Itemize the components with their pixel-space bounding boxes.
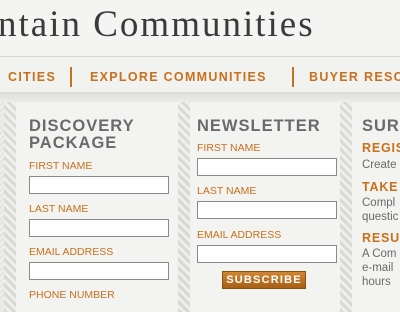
discovery-heading-line2: PACKAGE (29, 134, 118, 152)
subscribe-button[interactable]: SUBSCRIBE (222, 271, 306, 289)
main-nav: CITIES EXPLORE COMMUNITIES BUYER RESO (0, 56, 400, 94)
newsletter-heading: NEWSLETTER (197, 117, 321, 135)
column-divider (4, 102, 16, 312)
newsletter-email-label: EMAIL ADDRESS (197, 229, 282, 241)
newsletter-first-name-label: FIRST NAME (197, 142, 261, 154)
nav-separator (70, 67, 72, 87)
take-survey-description-line2: questic (362, 211, 399, 223)
discovery-last-name-field[interactable] (29, 219, 169, 237)
discovery-email-label: EMAIL ADDRESS (29, 246, 114, 258)
take-survey-link[interactable]: TAKE (362, 180, 398, 194)
newsletter-last-name-field[interactable] (197, 201, 337, 219)
nav-item-cities[interactable]: CITIES (8, 70, 56, 84)
discovery-first-name-label: FIRST NAME (29, 160, 93, 172)
take-survey-description-line1: Compl (362, 197, 396, 209)
nav-item-explore-communities[interactable]: EXPLORE COMMUNITIES (90, 70, 267, 84)
discovery-first-name-field[interactable] (29, 176, 169, 194)
newsletter-email-field[interactable] (197, 245, 337, 263)
discovery-heading-line1: DISCOVERY (29, 117, 135, 135)
site-header: ntain Communities (0, 0, 400, 56)
newsletter-first-name-field[interactable] (197, 158, 337, 176)
register-link[interactable]: REGIS (362, 141, 400, 155)
results-description-line3: hours (362, 276, 391, 288)
newsletter-last-name-label: LAST NAME (197, 185, 257, 197)
column-divider (340, 102, 352, 312)
nav-separator (292, 67, 294, 87)
results-description-line1: A Com (362, 248, 397, 260)
results-link[interactable]: RESU (362, 231, 400, 245)
register-description: Create (362, 159, 397, 171)
discovery-last-name-label: LAST NAME (29, 203, 89, 215)
site-title: ntain Communities (0, 4, 315, 45)
survey-heading: SUR (362, 117, 400, 135)
column-divider (178, 102, 190, 312)
content-top-band (0, 92, 400, 102)
discovery-phone-label: PHONE NUMBER (29, 289, 115, 301)
discovery-email-field[interactable] (29, 262, 169, 280)
results-description-line2: e-mail (362, 262, 394, 274)
nav-item-buyer-resources[interactable]: BUYER RESO (309, 70, 400, 84)
